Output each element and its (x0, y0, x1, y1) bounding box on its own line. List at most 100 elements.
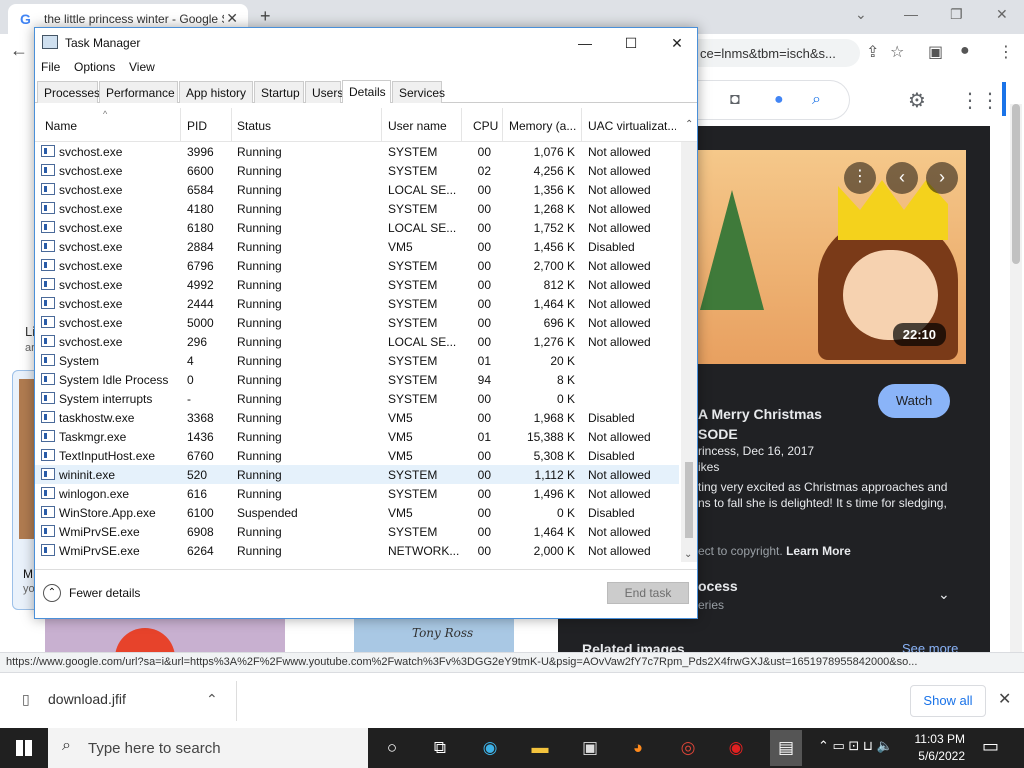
google-apps-grid-icon[interactable]: ⋮⋮ (960, 88, 1000, 113)
close-tab-icon[interactable]: ✕ (226, 10, 238, 27)
notification-icon[interactable]: ▭ (982, 736, 999, 757)
new-tab-button[interactable]: + (260, 6, 271, 27)
table-row[interactable]: svchost.exe 4180 Running SYSTEM 00 1,268 K Not… (35, 199, 679, 218)
process-title[interactable]: ocess (698, 578, 978, 594)
column-header-status[interactable]: Status (237, 119, 377, 133)
table-row[interactable]: Taskmgr.exe 1436 Running VM5 01 15,388 K Not a… (35, 427, 679, 446)
table-row[interactable]: svchost.exe 4992 Running SYSTEM 00 812 K Not a… (35, 275, 679, 294)
show-all-button[interactable]: Show all (910, 685, 986, 717)
page-scrollbar-thumb[interactable] (1012, 104, 1020, 264)
previous-image-icon[interactable]: ‹ (886, 162, 918, 194)
download-filename[interactable]: download.jfif (48, 691, 126, 707)
expand-chevron-icon[interactable]: ⌄ (938, 586, 950, 603)
panel-title-line-2[interactable]: SODE (698, 426, 978, 442)
column-divider[interactable] (180, 108, 181, 142)
close-download-shelf-icon[interactable]: ✕ (998, 689, 1011, 709)
column-header-name[interactable]: Name (45, 119, 175, 133)
cortana-icon[interactable]: ○ (378, 736, 406, 760)
video-thumbnail[interactable]: ‹ › ⋮ 22:10 (698, 150, 966, 364)
camera-icon[interactable]: ◘ (730, 91, 740, 109)
address-bar[interactable]: ce=lnms&tbm=isch&s... (692, 39, 860, 67)
table-row[interactable]: wininit.exe 520 Running SYSTEM 00 1,112 K Not … (35, 465, 679, 484)
table-row[interactable]: svchost.exe 6796 Running SYSTEM 00 2,700 K Not… (35, 256, 679, 275)
minimize-icon[interactable]: — (904, 6, 918, 22)
table-row[interactable]: System Idle Process 0 Running SYSTEM 94 8 K (35, 370, 679, 389)
edge-icon[interactable]: ◉ (476, 736, 504, 760)
menu-file[interactable]: File (41, 60, 60, 74)
search-icon[interactable]: ⌕ (812, 91, 821, 109)
column-header-user-name[interactable]: User name (388, 119, 460, 133)
table-row[interactable]: WmiPrvSE.exe 6264 Running NETWORK... 00 2,000… (35, 541, 679, 560)
column-divider[interactable] (581, 108, 582, 142)
close-icon[interactable]: ✕ (654, 32, 700, 54)
menu-options[interactable]: Options (74, 60, 115, 74)
google-search-box[interactable]: ◘ ● ⌕ (690, 80, 850, 120)
column-header-uac[interactable]: UAC virtualizat... (588, 119, 676, 133)
system-tray-icons[interactable]: ⌃ ▭ ⊡ ⊔ 🔈 (818, 738, 893, 754)
scroll-down-arrow-icon[interactable]: ⌄ (684, 549, 692, 560)
table-scrollbar[interactable]: ⌄ (681, 142, 697, 562)
settings-gear-icon[interactable]: ⚙ (908, 88, 926, 113)
end-task-button[interactable]: End task (607, 582, 689, 604)
microphone-icon[interactable]: ● (774, 91, 784, 109)
learn-more-link[interactable]: Learn More (786, 544, 851, 558)
tab-processes[interactable]: Processes (37, 81, 100, 103)
more-options-icon[interactable]: ⋮ (844, 162, 876, 194)
chrome-icon[interactable]: ◎ (674, 736, 702, 760)
table-row[interactable]: svchost.exe 6180 Running LOCAL SE... 00 1,752… (35, 218, 679, 237)
tab-startup[interactable]: Startup (254, 81, 304, 103)
bookmark-star-icon[interactable]: ☆ (890, 42, 904, 62)
next-image-icon[interactable]: › (926, 162, 958, 194)
table-row[interactable]: System 4 Running SYSTEM 01 20 K (35, 351, 679, 370)
restore-icon[interactable]: ❐ (950, 6, 963, 23)
profile-avatar-icon[interactable]: ● (960, 42, 970, 60)
download-options-chevron-icon[interactable]: ⌃ (206, 691, 218, 708)
tab-search-chevron-icon[interactable]: ⌄ (855, 6, 867, 23)
taskbar-clock[interactable]: 11:03 PM 5/6/2022 (905, 731, 965, 765)
firefox-icon[interactable]: ◕ (624, 736, 652, 760)
record-icon[interactable]: ◉ (722, 736, 750, 760)
related-image-thumbnail-1[interactable] (45, 618, 285, 658)
close-window-icon[interactable]: ✕ (996, 6, 1008, 23)
table-row[interactable]: TextInputHost.exe 6760 Running VM5 00 5,308 K… (35, 446, 679, 465)
column-header-pid[interactable]: PID (187, 119, 227, 133)
table-scrollbar-thumb[interactable] (685, 462, 693, 538)
share-icon[interactable]: ⇪ (866, 42, 879, 62)
column-divider[interactable] (502, 108, 503, 142)
tab-app-history[interactable]: App history (179, 81, 253, 103)
tab-users[interactable]: Users (305, 81, 343, 103)
table-row[interactable]: svchost.exe 6600 Running SYSTEM 02 4,256 K Not… (35, 161, 679, 180)
menu-view[interactable]: View (129, 60, 155, 74)
tab-details[interactable]: Details (342, 80, 391, 103)
start-button[interactable] (0, 728, 48, 768)
minimize-icon[interactable]: — (562, 32, 608, 54)
column-header-memory[interactable]: Memory (a... (509, 119, 577, 133)
column-header-cpu[interactable]: CPU (473, 119, 503, 133)
store-icon[interactable]: ▣ (576, 736, 604, 760)
column-divider[interactable] (381, 108, 382, 142)
task-view-icon[interactable]: ⧉ (426, 736, 454, 760)
related-image-thumbnail-2[interactable]: Tony Ross (354, 618, 514, 652)
task-manager-titlebar[interactable]: Task Manager — ☐ ✕ (35, 28, 697, 56)
table-row[interactable]: svchost.exe 2444 Running SYSTEM 00 1,464 K Not… (35, 294, 679, 313)
column-divider[interactable] (461, 108, 462, 142)
task-manager-taskbar-icon[interactable]: ▤ (770, 730, 802, 766)
tab-services[interactable]: Services (392, 81, 445, 103)
scroll-up-arrow-icon[interactable]: ⌃ (685, 119, 693, 130)
panel-title-line-1[interactable]: A Merry Christmas (698, 406, 978, 422)
table-row[interactable]: WmiPrvSE.exe 6908 Running SYSTEM 00 1,464 K No… (35, 522, 679, 541)
table-row[interactable]: winlogon.exe 616 Running SYSTEM 00 1,496 K Not… (35, 484, 679, 503)
side-panel-icon[interactable]: ▣ (928, 42, 943, 62)
table-row[interactable]: svchost.exe 5000 Running SYSTEM 00 696 K Not a… (35, 313, 679, 332)
table-row[interactable]: WinStore.App.exe 6100 Suspended VM5 00 0 K Dis… (35, 503, 679, 522)
account-button-edge[interactable] (1002, 82, 1006, 116)
table-row[interactable]: System interrupts - Running SYSTEM 00 0 K (35, 389, 679, 408)
page-scrollbar[interactable] (1010, 104, 1022, 652)
table-row[interactable]: svchost.exe 3996 Running SYSTEM 00 1,076 K Not… (35, 142, 679, 161)
tab-performance[interactable]: Performance (99, 81, 178, 103)
table-row[interactable]: svchost.exe 296 Running LOCAL SE... 00 1,276 … (35, 332, 679, 351)
column-divider[interactable] (231, 108, 232, 142)
file-explorer-icon[interactable]: ▬ (526, 736, 554, 760)
table-row[interactable]: svchost.exe 2884 Running VM5 00 1,456 K Disabl… (35, 237, 679, 256)
table-row[interactable]: taskhostw.exe 3368 Running VM5 00 1,968 K Disa… (35, 408, 679, 427)
